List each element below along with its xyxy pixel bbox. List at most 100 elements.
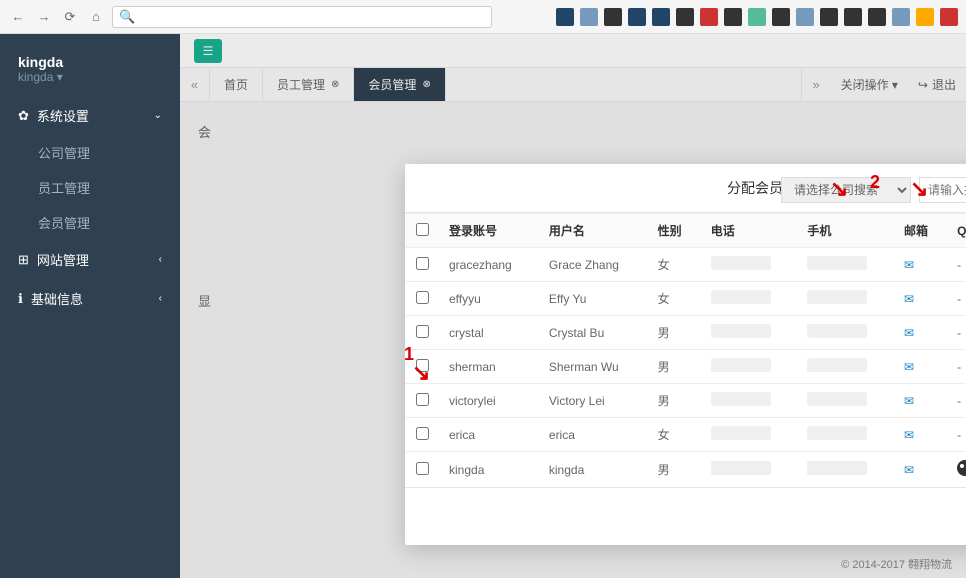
mail-icon[interactable]: ✉ bbox=[904, 428, 914, 442]
row-checkbox[interactable] bbox=[416, 325, 429, 338]
address-bar[interactable]: 🔍 bbox=[112, 6, 492, 28]
cell-gender: 女 bbox=[648, 248, 701, 282]
table-row: shermanSherman Wu男✉-✖ bbox=[405, 350, 966, 384]
ext-icon[interactable] bbox=[796, 8, 814, 26]
cell-mail: ✉ bbox=[894, 452, 947, 488]
ext-icon[interactable] bbox=[580, 8, 598, 26]
sidebar-item-label: 系统设置 bbox=[37, 106, 89, 125]
mail-icon[interactable]: ✉ bbox=[904, 258, 914, 272]
sidebar-sub-staff[interactable]: 员工管理 bbox=[0, 170, 180, 205]
modal-filter-row: 请选择公司搜索 ↻ bbox=[405, 177, 966, 213]
back-icon[interactable]: ← bbox=[8, 7, 28, 27]
reload-icon[interactable]: ⟳ bbox=[60, 7, 80, 27]
cell-name: Grace Zhang bbox=[539, 248, 648, 282]
brand-block: kingda kingda ▾ bbox=[0, 34, 180, 96]
info-icon: ℹ bbox=[18, 291, 23, 307]
mail-icon[interactable]: ✉ bbox=[904, 394, 914, 408]
ext-icon[interactable] bbox=[556, 8, 574, 26]
sidebar-sub-company[interactable]: 公司管理 bbox=[0, 135, 180, 170]
sidebar-item-label: 网站管理 bbox=[37, 250, 89, 269]
sidebar: kingda kingda ▾ ✿ 系统设置 ⌄ 公司管理 员工管理 会员管理 … bbox=[0, 34, 180, 578]
cell-gender: 男 bbox=[648, 350, 701, 384]
select-all-checkbox[interactable] bbox=[416, 223, 429, 236]
table-row: gracezhangGrace Zhang女✉-✖ bbox=[405, 248, 966, 282]
cell-phone bbox=[701, 452, 798, 488]
col-mobile: 手机 bbox=[797, 214, 894, 248]
row-checkbox[interactable] bbox=[416, 257, 429, 270]
mail-icon[interactable]: ✉ bbox=[904, 292, 914, 306]
member-table: 登录账号 用户名 性别 电话 手机 邮箱 QQ 绑定会员状态 gracezhan… bbox=[405, 213, 966, 487]
sidebar-sub-member[interactable]: 会员管理 bbox=[0, 205, 180, 240]
col-name: 用户名 bbox=[539, 214, 648, 248]
ext-icon[interactable] bbox=[676, 8, 694, 26]
keyword-input[interactable] bbox=[919, 177, 966, 203]
cell-mail: ✉ bbox=[894, 384, 947, 418]
ext-icon[interactable] bbox=[844, 8, 862, 26]
col-gender: 性别 bbox=[648, 214, 701, 248]
ext-icon[interactable] bbox=[652, 8, 670, 26]
cell-gender: 男 bbox=[648, 452, 701, 488]
cell-mobile bbox=[797, 316, 894, 350]
ext-icon[interactable] bbox=[940, 8, 958, 26]
row-checkbox[interactable] bbox=[416, 359, 429, 372]
cell-qq: - bbox=[947, 350, 966, 384]
company-select[interactable]: 请选择公司搜索 bbox=[781, 177, 911, 203]
mail-icon[interactable]: ✉ bbox=[904, 360, 914, 374]
search-icon: 🔍 bbox=[119, 9, 135, 25]
chevron-left-icon: ‹ bbox=[159, 293, 162, 304]
cell-gender: 女 bbox=[648, 418, 701, 452]
cell-mail: ✉ bbox=[894, 350, 947, 384]
ext-icon[interactable] bbox=[604, 8, 622, 26]
sidebar-item-base[interactable]: ℹ 基础信息 ‹ bbox=[0, 279, 180, 318]
table-header-row: 登录账号 用户名 性别 电话 手机 邮箱 QQ 绑定会员状态 bbox=[405, 214, 966, 248]
table-row: effyyuEffy Yu女✉-✖ bbox=[405, 282, 966, 316]
cell-gender: 男 bbox=[648, 384, 701, 418]
cell-gender: 男 bbox=[648, 316, 701, 350]
mail-icon[interactable]: ✉ bbox=[904, 463, 914, 477]
ext-icon[interactable] bbox=[748, 8, 766, 26]
cell-login: erica bbox=[439, 418, 539, 452]
home-icon[interactable]: ⌂ bbox=[86, 7, 106, 27]
cell-mail: ✉ bbox=[894, 316, 947, 350]
cell-name: erica bbox=[539, 418, 648, 452]
ext-icon[interactable] bbox=[628, 8, 646, 26]
table-row: ericaerica女✉-✖ bbox=[405, 418, 966, 452]
cell-mobile bbox=[797, 418, 894, 452]
cell-login: victorylei bbox=[439, 384, 539, 418]
cell-phone bbox=[701, 384, 798, 418]
sidebar-item-site[interactable]: ⊞ 网站管理 ‹ bbox=[0, 240, 180, 279]
cell-mobile bbox=[797, 452, 894, 488]
cell-login: effyyu bbox=[439, 282, 539, 316]
ext-icon[interactable] bbox=[916, 8, 934, 26]
forward-icon[interactable]: → bbox=[34, 7, 54, 27]
cell-mail: ✉ bbox=[894, 418, 947, 452]
assign-member-modal: 分配会员 × 请选择公司搜索 ↻ 登录账号 用户名 性别 bbox=[405, 164, 966, 545]
ext-icon[interactable] bbox=[700, 8, 718, 26]
cell-mobile bbox=[797, 384, 894, 418]
ext-icon[interactable] bbox=[892, 8, 910, 26]
ext-icon[interactable] bbox=[820, 8, 838, 26]
cell-login: sherman bbox=[439, 350, 539, 384]
ext-icon[interactable] bbox=[772, 8, 790, 26]
sidebar-item-system[interactable]: ✿ 系统设置 ⌄ bbox=[0, 96, 180, 135]
ext-icon[interactable] bbox=[724, 8, 742, 26]
cell-login: crystal bbox=[439, 316, 539, 350]
row-checkbox[interactable] bbox=[416, 462, 429, 475]
qq-icon bbox=[957, 460, 966, 476]
cell-phone bbox=[701, 316, 798, 350]
cell-gender: 女 bbox=[648, 282, 701, 316]
cell-name: Crystal Bu bbox=[539, 316, 648, 350]
mail-icon[interactable]: ✉ bbox=[904, 326, 914, 340]
cell-qq bbox=[947, 452, 966, 488]
ext-icon[interactable] bbox=[868, 8, 886, 26]
brand-user[interactable]: kingda ▾ bbox=[18, 70, 162, 84]
row-checkbox[interactable] bbox=[416, 393, 429, 406]
cell-qq: - bbox=[947, 316, 966, 350]
cell-mail: ✉ bbox=[894, 282, 947, 316]
cell-mobile bbox=[797, 248, 894, 282]
row-checkbox[interactable] bbox=[416, 427, 429, 440]
cell-mobile bbox=[797, 282, 894, 316]
main-area: ☰ « 首页 员工管理⊗ 会员管理⊗ » 关闭操作 ▾ ↪退出 会 显 分配会员… bbox=[180, 34, 966, 578]
row-checkbox[interactable] bbox=[416, 291, 429, 304]
cell-phone bbox=[701, 282, 798, 316]
